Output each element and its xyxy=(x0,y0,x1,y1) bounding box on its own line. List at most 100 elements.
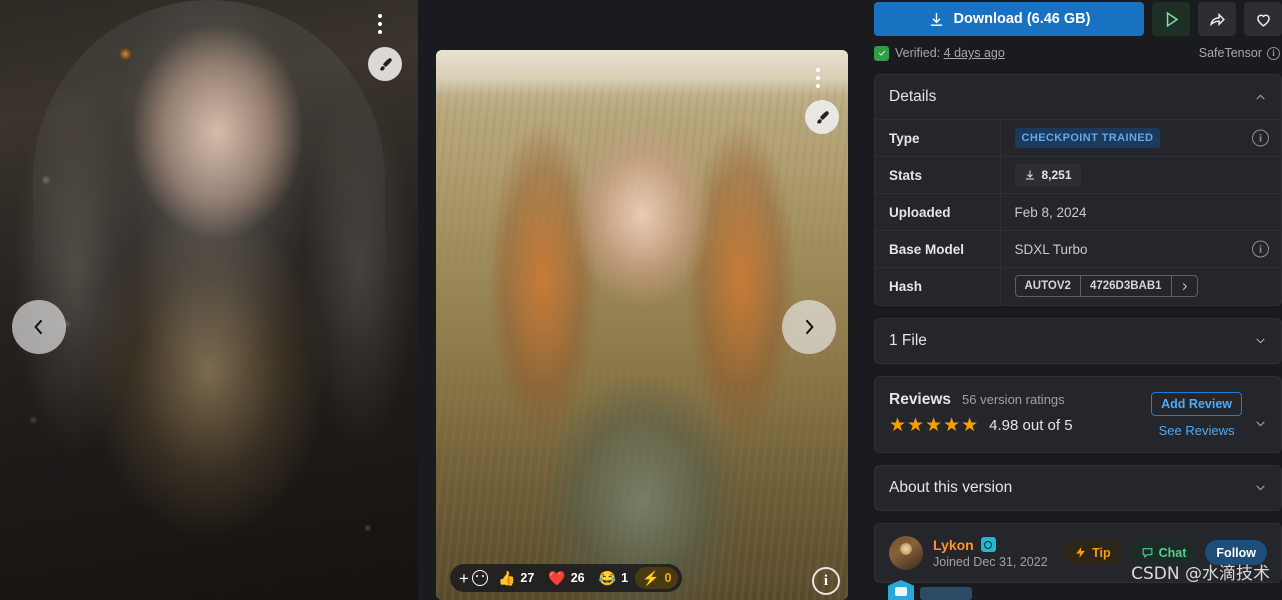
gallery-next-button[interactable] xyxy=(782,300,836,354)
shield-check-icon xyxy=(874,45,889,61)
details-card: Details Type CHECKPOINT TRAINED i Stats xyxy=(874,74,1282,306)
chevron-down-icon xyxy=(1256,338,1265,344)
details-table: Type CHECKPOINT TRAINED i Stats 8,251 Up… xyxy=(875,119,1281,305)
knight-portrait-artwork xyxy=(0,0,418,600)
info-icon[interactable]: i xyxy=(1267,46,1280,60)
download-icon xyxy=(930,12,942,26)
remix-brush-icon[interactable] xyxy=(368,47,402,81)
creator-joined: Joined Dec 31, 2022 xyxy=(933,554,1048,569)
reaction-count: 1 xyxy=(621,571,629,585)
follow-button[interactable]: Follow xyxy=(1205,540,1267,565)
run-model-button[interactable] xyxy=(1152,2,1190,36)
reaction-count: 27 xyxy=(520,571,535,585)
share-arrow-icon xyxy=(1209,12,1225,26)
table-row: Uploaded Feb 8, 2024 xyxy=(875,193,1281,231)
safetensor-label: SafeTensor xyxy=(1198,46,1262,60)
reaction-bolt[interactable]: ⚡ 0 xyxy=(635,567,679,589)
files-header[interactable]: 1 File xyxy=(875,319,1281,363)
download-count: 8,251 xyxy=(1041,168,1072,182)
primary-actions-row: Download (6.46 GB) xyxy=(874,0,1282,36)
creator-name[interactable]: Lykon xyxy=(933,537,974,553)
creator-name-row: Lykon xyxy=(933,537,1048,553)
image-gallery: i + 👍 27 ❤️ 26 😂 1 ⚡ 0 xyxy=(0,0,862,600)
chevron-left-icon xyxy=(34,319,43,335)
gallery-prev-button[interactable] xyxy=(12,300,66,354)
chat-bubble-icon xyxy=(1142,548,1153,558)
creator-badges xyxy=(888,580,972,600)
play-icon xyxy=(1166,11,1178,27)
base-model-value: SDXL Turbo xyxy=(1014,241,1088,257)
verified-prefix: Verified: xyxy=(895,46,941,60)
reviews-actions: Add Review See Reviews xyxy=(1151,391,1242,438)
reaction-heart[interactable]: ❤️ 26 xyxy=(541,567,591,589)
reviews-title-row: Reviews 56 version ratings xyxy=(889,391,1151,409)
bolt-icon xyxy=(1076,547,1085,558)
reaction-laugh[interactable]: 😂 1 xyxy=(592,567,635,589)
thumbs-up-icon: 👍 xyxy=(497,570,516,586)
image-info-icon[interactable]: i xyxy=(812,567,840,595)
reaction-bar: + 👍 27 ❤️ 26 😂 1 ⚡ 0 xyxy=(450,564,683,592)
badge-hex-icon xyxy=(888,580,914,600)
chevron-down-icon[interactable] xyxy=(1254,417,1267,430)
hash-algo: AUTOV2 xyxy=(1016,276,1081,297)
status-badge: CHECKPOINT TRAINED xyxy=(1014,128,1161,148)
image-options-menu-icon[interactable] xyxy=(378,14,382,34)
row-key: Type xyxy=(875,119,1001,157)
tip-label: Tip xyxy=(1092,545,1111,560)
share-button[interactable] xyxy=(1198,2,1236,36)
rating-score: 4.98 out of 5 xyxy=(989,416,1073,434)
chevron-right-icon xyxy=(1182,282,1187,290)
info-icon[interactable]: i xyxy=(1252,240,1269,258)
laugh-icon: 😂 xyxy=(598,570,617,586)
avatar[interactable] xyxy=(889,535,923,570)
gear-icon xyxy=(980,537,996,552)
heart-icon: ❤️ xyxy=(548,570,566,586)
reaction-count: 26 xyxy=(570,571,585,585)
safetensor-badge: SafeTensor i xyxy=(1199,46,1282,60)
tip-button[interactable]: Tip xyxy=(1063,540,1122,565)
download-button[interactable]: Download (6.46 GB) xyxy=(874,2,1144,36)
hash-expand-button[interactable] xyxy=(1172,276,1197,296)
row-value: CHECKPOINT TRAINED i xyxy=(1000,120,1281,157)
files-title: 1 File xyxy=(889,331,927,349)
creator-identity: Lykon Joined Dec 31, 2022 xyxy=(933,537,1048,569)
add-review-button[interactable]: Add Review xyxy=(1151,391,1242,416)
creator-card: Lykon Joined Dec 31, 2022 Tip Chat Follo… xyxy=(874,522,1282,583)
download-icon xyxy=(1025,170,1034,180)
remix-brush-icon-secondary[interactable] xyxy=(805,100,839,134)
verified-time[interactable]: 4 days ago xyxy=(944,46,1005,60)
download-label: Download (6.46 GB) xyxy=(953,11,1091,27)
emoji-picker-icon[interactable] xyxy=(471,570,488,586)
ratings-count: 56 version ratings xyxy=(962,391,1065,407)
creator-actions: Tip Chat Follow xyxy=(1063,540,1267,565)
favorite-button[interactable] xyxy=(1244,2,1282,36)
row-value: Feb 8, 2024 xyxy=(1014,204,1087,220)
verification-row: Verified: 4 days ago SafeTensor i xyxy=(874,44,1282,62)
download-count-chip: 8,251 xyxy=(1014,164,1081,186)
chevron-up-icon xyxy=(1256,94,1265,100)
gallery-image-primary[interactable] xyxy=(0,0,418,600)
reaction-thumbs-up[interactable]: 👍 27 xyxy=(491,567,541,589)
table-row: Stats 8,251 xyxy=(875,156,1281,194)
row-value: SDXL Turbo i xyxy=(1000,231,1281,268)
reviews-title: Reviews xyxy=(889,390,952,408)
chat-label: Chat xyxy=(1158,545,1187,560)
about-version-header[interactable]: About this version xyxy=(875,466,1281,510)
row-value: AUTOV2 4726D3BAB1 xyxy=(1000,268,1281,305)
model-detail-page: i + 👍 27 ❤️ 26 😂 1 ⚡ 0 Download (6.46 GB… xyxy=(0,0,1282,600)
add-reaction-icon[interactable]: + xyxy=(454,570,472,587)
image-options-menu-icon-secondary[interactable] xyxy=(816,68,820,88)
about-version-card: About this version xyxy=(874,464,1282,511)
star-rating-icon: ★★★★★ xyxy=(889,414,980,436)
details-title: Details xyxy=(889,88,937,105)
model-info-panel: Download (6.46 GB) Verified: 4 days ago … xyxy=(862,0,1282,600)
see-reviews-link[interactable]: See Reviews xyxy=(1159,423,1235,438)
reviews-card: Reviews 56 version ratings ★★★★★ 4.98 ou… xyxy=(874,375,1282,453)
row-key: Stats xyxy=(875,156,1001,194)
chat-button[interactable]: Chat xyxy=(1129,540,1198,565)
info-icon[interactable]: i xyxy=(1252,129,1269,147)
table-row: Base Model SDXL Turbo i xyxy=(875,230,1281,268)
chevron-down-icon xyxy=(1256,485,1265,491)
details-header[interactable]: Details xyxy=(875,75,1281,119)
about-version-title: About this version xyxy=(889,478,1013,496)
